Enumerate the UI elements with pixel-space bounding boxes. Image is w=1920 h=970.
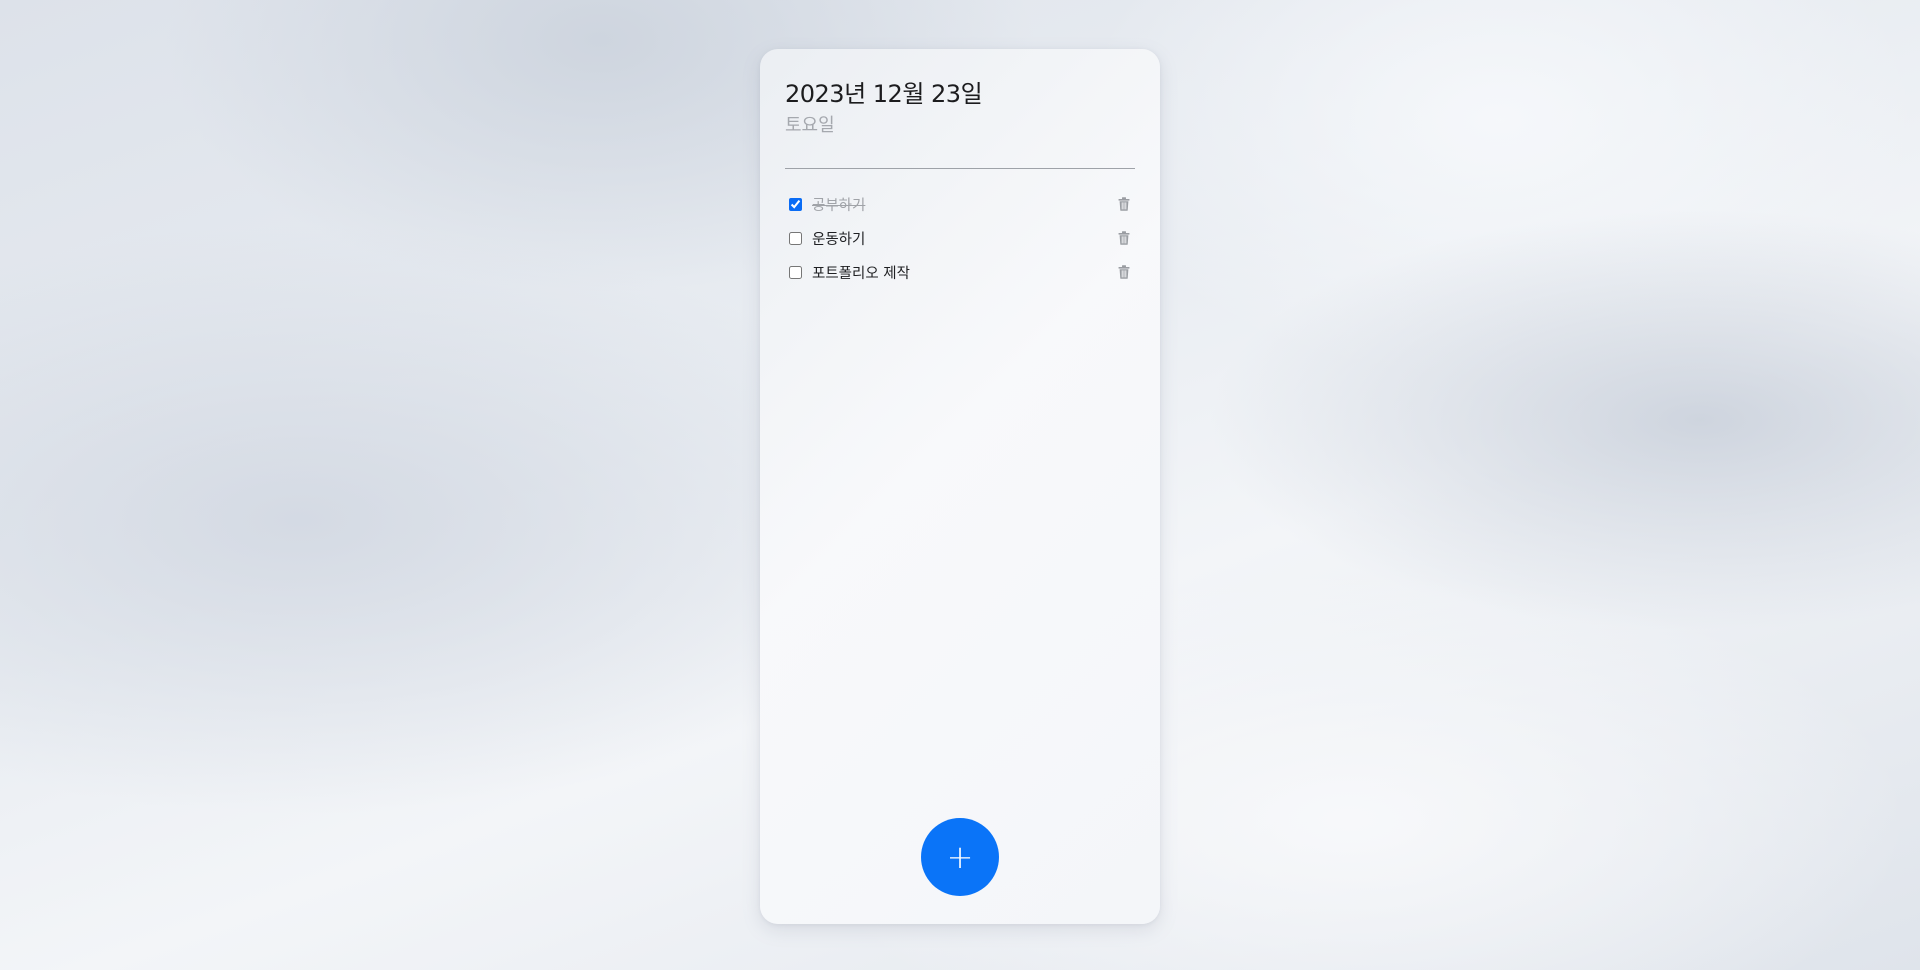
todo-item: 운동하기 xyxy=(785,221,1135,255)
todo-checkbox[interactable] xyxy=(789,231,802,245)
trash-icon xyxy=(1118,197,1130,211)
todo-text: 포트폴리오 제작 xyxy=(812,265,910,282)
todo-card: 2023년 12월 23일 토요일 공부하기 운동하기 포트폴리오 제작 + xyxy=(760,49,1160,924)
date-title: 2023년 12월 23일 xyxy=(785,80,983,108)
todo-list: 공부하기 운동하기 포트폴리오 제작 xyxy=(785,187,1135,289)
todo-item: 포트폴리오 제작 xyxy=(785,255,1135,289)
delete-button[interactable] xyxy=(1114,194,1134,214)
delete-button[interactable] xyxy=(1114,262,1134,282)
todo-text: 운동하기 xyxy=(812,231,866,248)
trash-icon xyxy=(1118,231,1130,245)
delete-button[interactable] xyxy=(1114,228,1134,248)
todo-item: 공부하기 xyxy=(785,187,1135,221)
divider xyxy=(785,168,1135,169)
plus-icon: + xyxy=(946,838,974,876)
todo-text: 공부하기 xyxy=(812,197,866,214)
weekday-label: 토요일 xyxy=(785,115,835,136)
add-todo-button[interactable]: + xyxy=(921,818,999,896)
trash-icon xyxy=(1118,265,1130,279)
todo-checkbox[interactable] xyxy=(789,197,802,211)
todo-checkbox[interactable] xyxy=(789,265,802,279)
